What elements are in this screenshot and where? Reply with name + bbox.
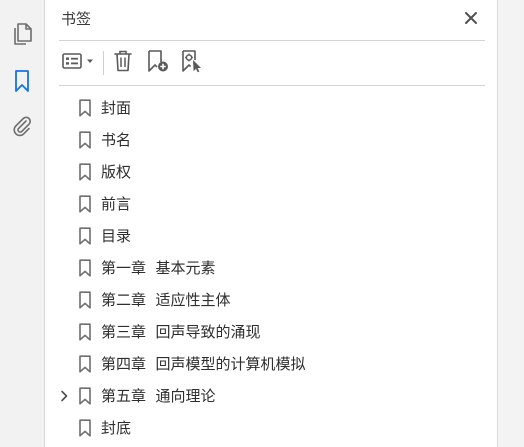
bookmark-item[interactable]: 封底 [45,412,497,444]
new-bookmark-from-structure-button[interactable] [179,48,205,78]
close-icon [464,10,478,29]
bookmark-icon [78,387,92,405]
bookmark-icon [78,291,92,309]
bookmark-label: 封底 [101,419,132,437]
close-panel-button[interactable] [461,9,481,29]
bookmark-label: 封面 [101,99,132,117]
bookmarks-toolbar [59,48,485,78]
bookmark-label: 第五章 通向理论 [101,387,216,405]
expand-chevron-icon[interactable] [57,389,71,403]
bookmark-item[interactable]: 目录 [45,220,497,252]
bookmark-label: 第三章 回声导致的涌现 [101,323,261,341]
bookmark-item[interactable]: 第二章 适应性主体 [45,284,497,316]
pages-panel-button[interactable] [7,19,37,49]
bookmark-icon [78,323,92,341]
new-bookmark-button[interactable] [145,48,171,78]
bookmarks-panel: 书签 封面 书名 版权 前言 目录 第一章 基本元素 第二章 适应性主体 第三章… [45,0,497,447]
bookmark-item[interactable]: 第四章 回声模型的计算机模拟 [45,348,497,380]
bookmark-item[interactable]: 版权 [45,156,497,188]
bookmark-icon [78,195,92,213]
bookmark-icon [78,163,92,181]
bookmark-label: 版权 [101,163,132,181]
delete-bookmark-button[interactable] [111,48,135,78]
options-menu-button[interactable] [61,48,97,78]
bookmark-item[interactable]: 第五章 通向理论 [45,380,497,412]
bookmark-item[interactable]: 书名 [45,124,497,156]
navigation-rail [0,0,45,447]
bookmarks-panel-button[interactable] [7,66,37,96]
bookmark-label: 第二章 适应性主体 [101,291,231,309]
bookmark-label: 书名 [101,131,132,149]
bookmark-list: 封面 书名 版权 前言 目录 第一章 基本元素 第二章 适应性主体 第三章 回声… [45,92,497,444]
bookmark-icon [78,419,92,437]
attachment-icon [11,114,33,138]
bookmark-item[interactable]: 第三章 回声导致的涌现 [45,316,497,348]
bookmark-label: 目录 [101,227,132,245]
toolbar-separator [103,51,104,75]
header-divider [59,40,485,41]
bookmark-label: 前言 [101,195,132,213]
options-menu-icon [61,51,97,75]
bookmark-icon [13,69,31,93]
new-bookmark-from-structure-icon [179,49,205,77]
new-bookmark-icon [145,49,171,77]
bookmark-icon [78,99,92,117]
pages-icon [11,22,33,46]
delete-icon [112,49,134,77]
bookmark-label: 第一章 基本元素 [101,259,216,277]
bookmark-label: 第四章 回声模型的计算机模拟 [101,355,306,373]
bookmark-icon [78,227,92,245]
bookmarks-window: 书签 封面 书名 版权 前言 目录 第一章 基本元素 第二章 适应性主体 第三章… [0,0,524,447]
document-scroll-edge [497,0,524,447]
toolbar-divider [59,85,485,86]
bookmark-item[interactable]: 前言 [45,188,497,220]
attachments-panel-button[interactable] [7,111,37,141]
bookmark-icon [78,355,92,373]
bookmark-icon [78,131,92,149]
bookmark-item[interactable]: 第一章 基本元素 [45,252,497,284]
bookmark-icon [78,259,92,277]
bookmark-item[interactable]: 封面 [45,92,497,124]
panel-title: 书签 [61,10,92,28]
